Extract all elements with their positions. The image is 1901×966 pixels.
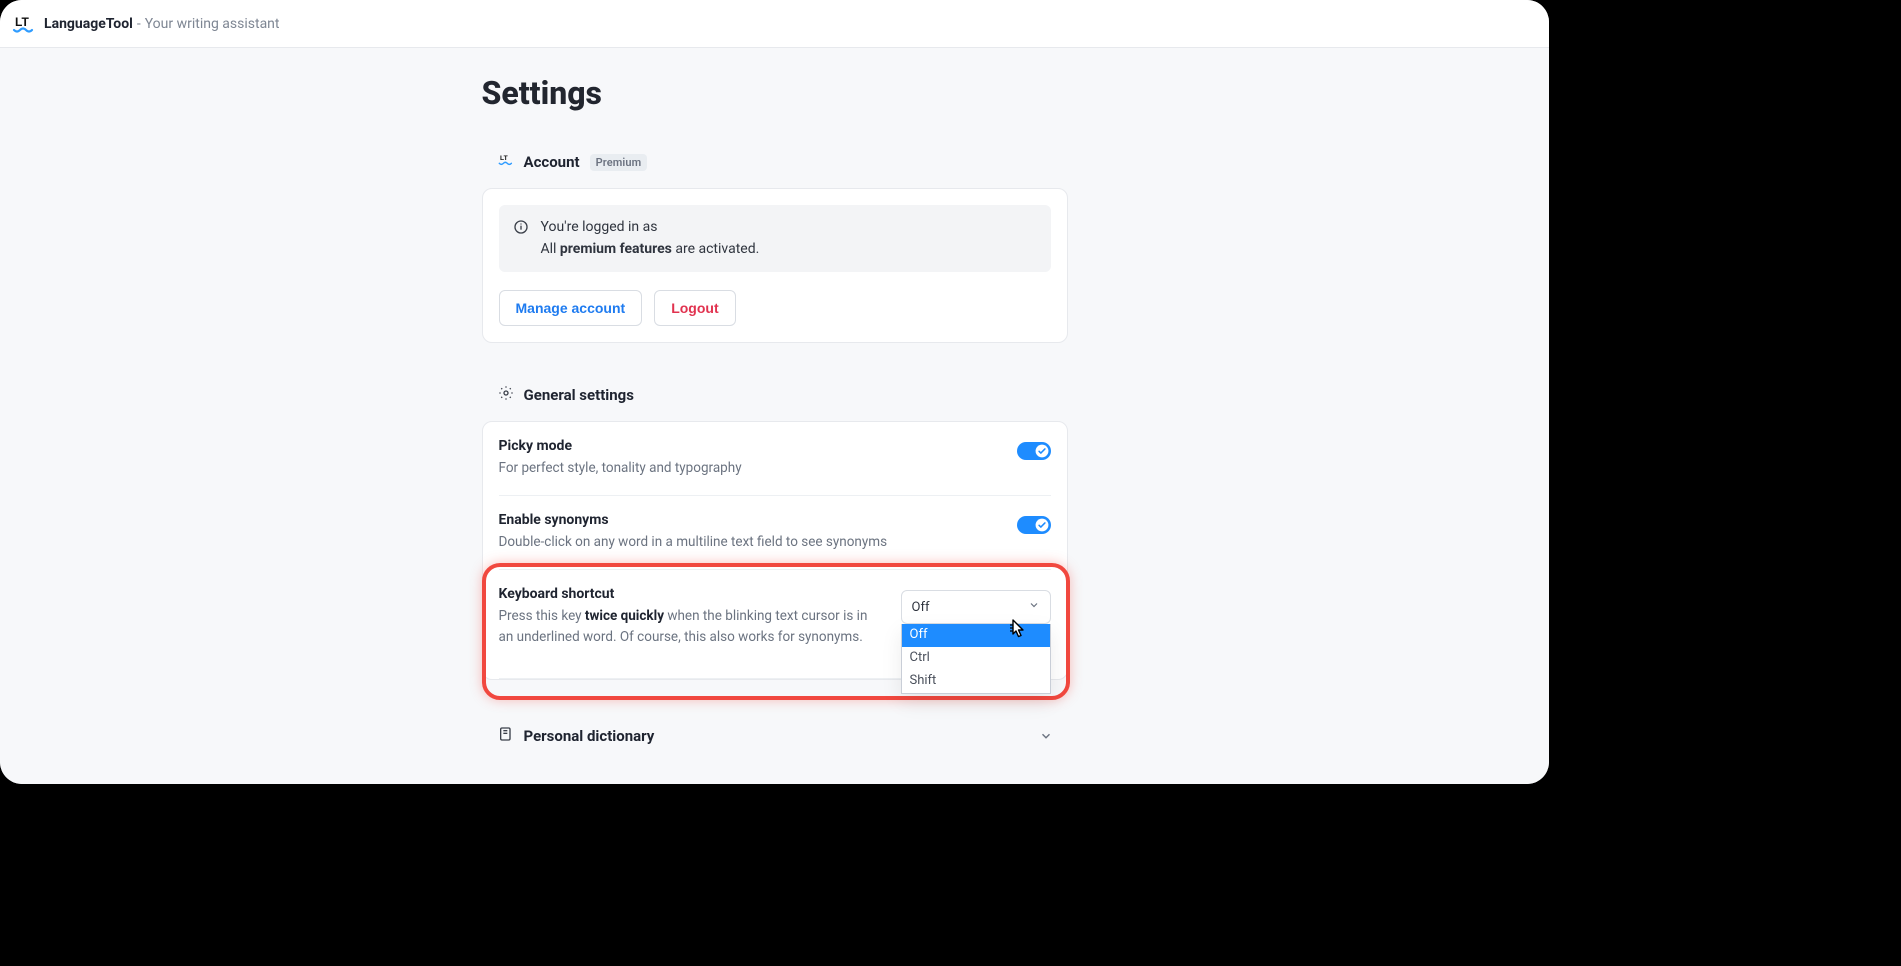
- gear-icon: [498, 385, 514, 405]
- shortcut-option-shift[interactable]: Shift: [902, 670, 1050, 693]
- shortcut-select[interactable]: Off: [901, 590, 1051, 624]
- dictionary-label: Personal dictionary: [524, 727, 655, 745]
- general-settings-card: Picky mode For perfect style, tonality a…: [482, 421, 1068, 680]
- setting-row-picky-mode: Picky mode For perfect style, tonality a…: [499, 422, 1051, 496]
- synonyms-title: Enable synonyms: [499, 512, 888, 528]
- synonyms-toggle[interactable]: [1017, 516, 1051, 534]
- chevron-down-icon: [1028, 599, 1040, 615]
- section-header-general: General settings: [498, 385, 1068, 405]
- page-title: Settings: [482, 74, 1068, 112]
- setting-row-keyboard-shortcut: Keyboard shortcut Press this key twice q…: [499, 570, 1051, 679]
- picky-desc: For perfect style, tonality and typograp…: [499, 458, 742, 479]
- picky-toggle[interactable]: [1017, 442, 1051, 460]
- general-header-label: General settings: [524, 386, 634, 404]
- shortcut-option-ctrl[interactable]: Ctrl: [902, 647, 1050, 670]
- info-icon: [513, 219, 529, 260]
- check-icon: [1035, 444, 1049, 458]
- login-info-box: You're logged in as All premium features…: [499, 205, 1051, 272]
- account-card: You're logged in as All premium features…: [482, 188, 1068, 343]
- svg-text:LT: LT: [500, 155, 508, 162]
- brand-separator: -: [137, 16, 141, 32]
- synonyms-desc: Double-click on any word in a multiline …: [499, 532, 888, 553]
- section-personal-dictionary[interactable]: Personal dictionary: [482, 710, 1068, 762]
- login-line2: All premium features are activated.: [541, 239, 760, 261]
- svg-text:LT: LT: [15, 15, 29, 29]
- premium-badge: Premium: [590, 154, 648, 171]
- picky-title: Picky mode: [499, 438, 742, 454]
- check-icon: [1035, 518, 1049, 532]
- chevron-down-icon: [1036, 726, 1056, 746]
- logout-button[interactable]: Logout: [654, 290, 735, 326]
- shortcut-desc: Press this key twice quickly when the bl…: [499, 606, 869, 648]
- dictionary-icon: [498, 726, 514, 746]
- top-bar: LT LanguageTool - Your writing assistant: [0, 0, 1549, 48]
- shortcut-select-list[interactable]: OffCtrlShift: [901, 624, 1051, 694]
- section-header-account: LT Account Premium: [498, 152, 1068, 172]
- shortcut-select-value: Off: [912, 600, 930, 615]
- brand-name: LanguageTool: [44, 16, 133, 32]
- languagetool-mini-icon: LT: [498, 152, 514, 172]
- shortcut-title: Keyboard shortcut: [499, 586, 869, 602]
- manage-account-button[interactable]: Manage account: [499, 290, 643, 326]
- brand-tagline: Your writing assistant: [145, 16, 280, 32]
- setting-row-synonyms: Enable synonyms Double-click on any word…: [499, 496, 1051, 570]
- account-header-label: Account: [524, 153, 580, 171]
- shortcut-option-off[interactable]: Off: [902, 624, 1050, 647]
- login-line1: You're logged in as: [541, 217, 760, 239]
- languagetool-logo-icon: LT: [12, 12, 36, 36]
